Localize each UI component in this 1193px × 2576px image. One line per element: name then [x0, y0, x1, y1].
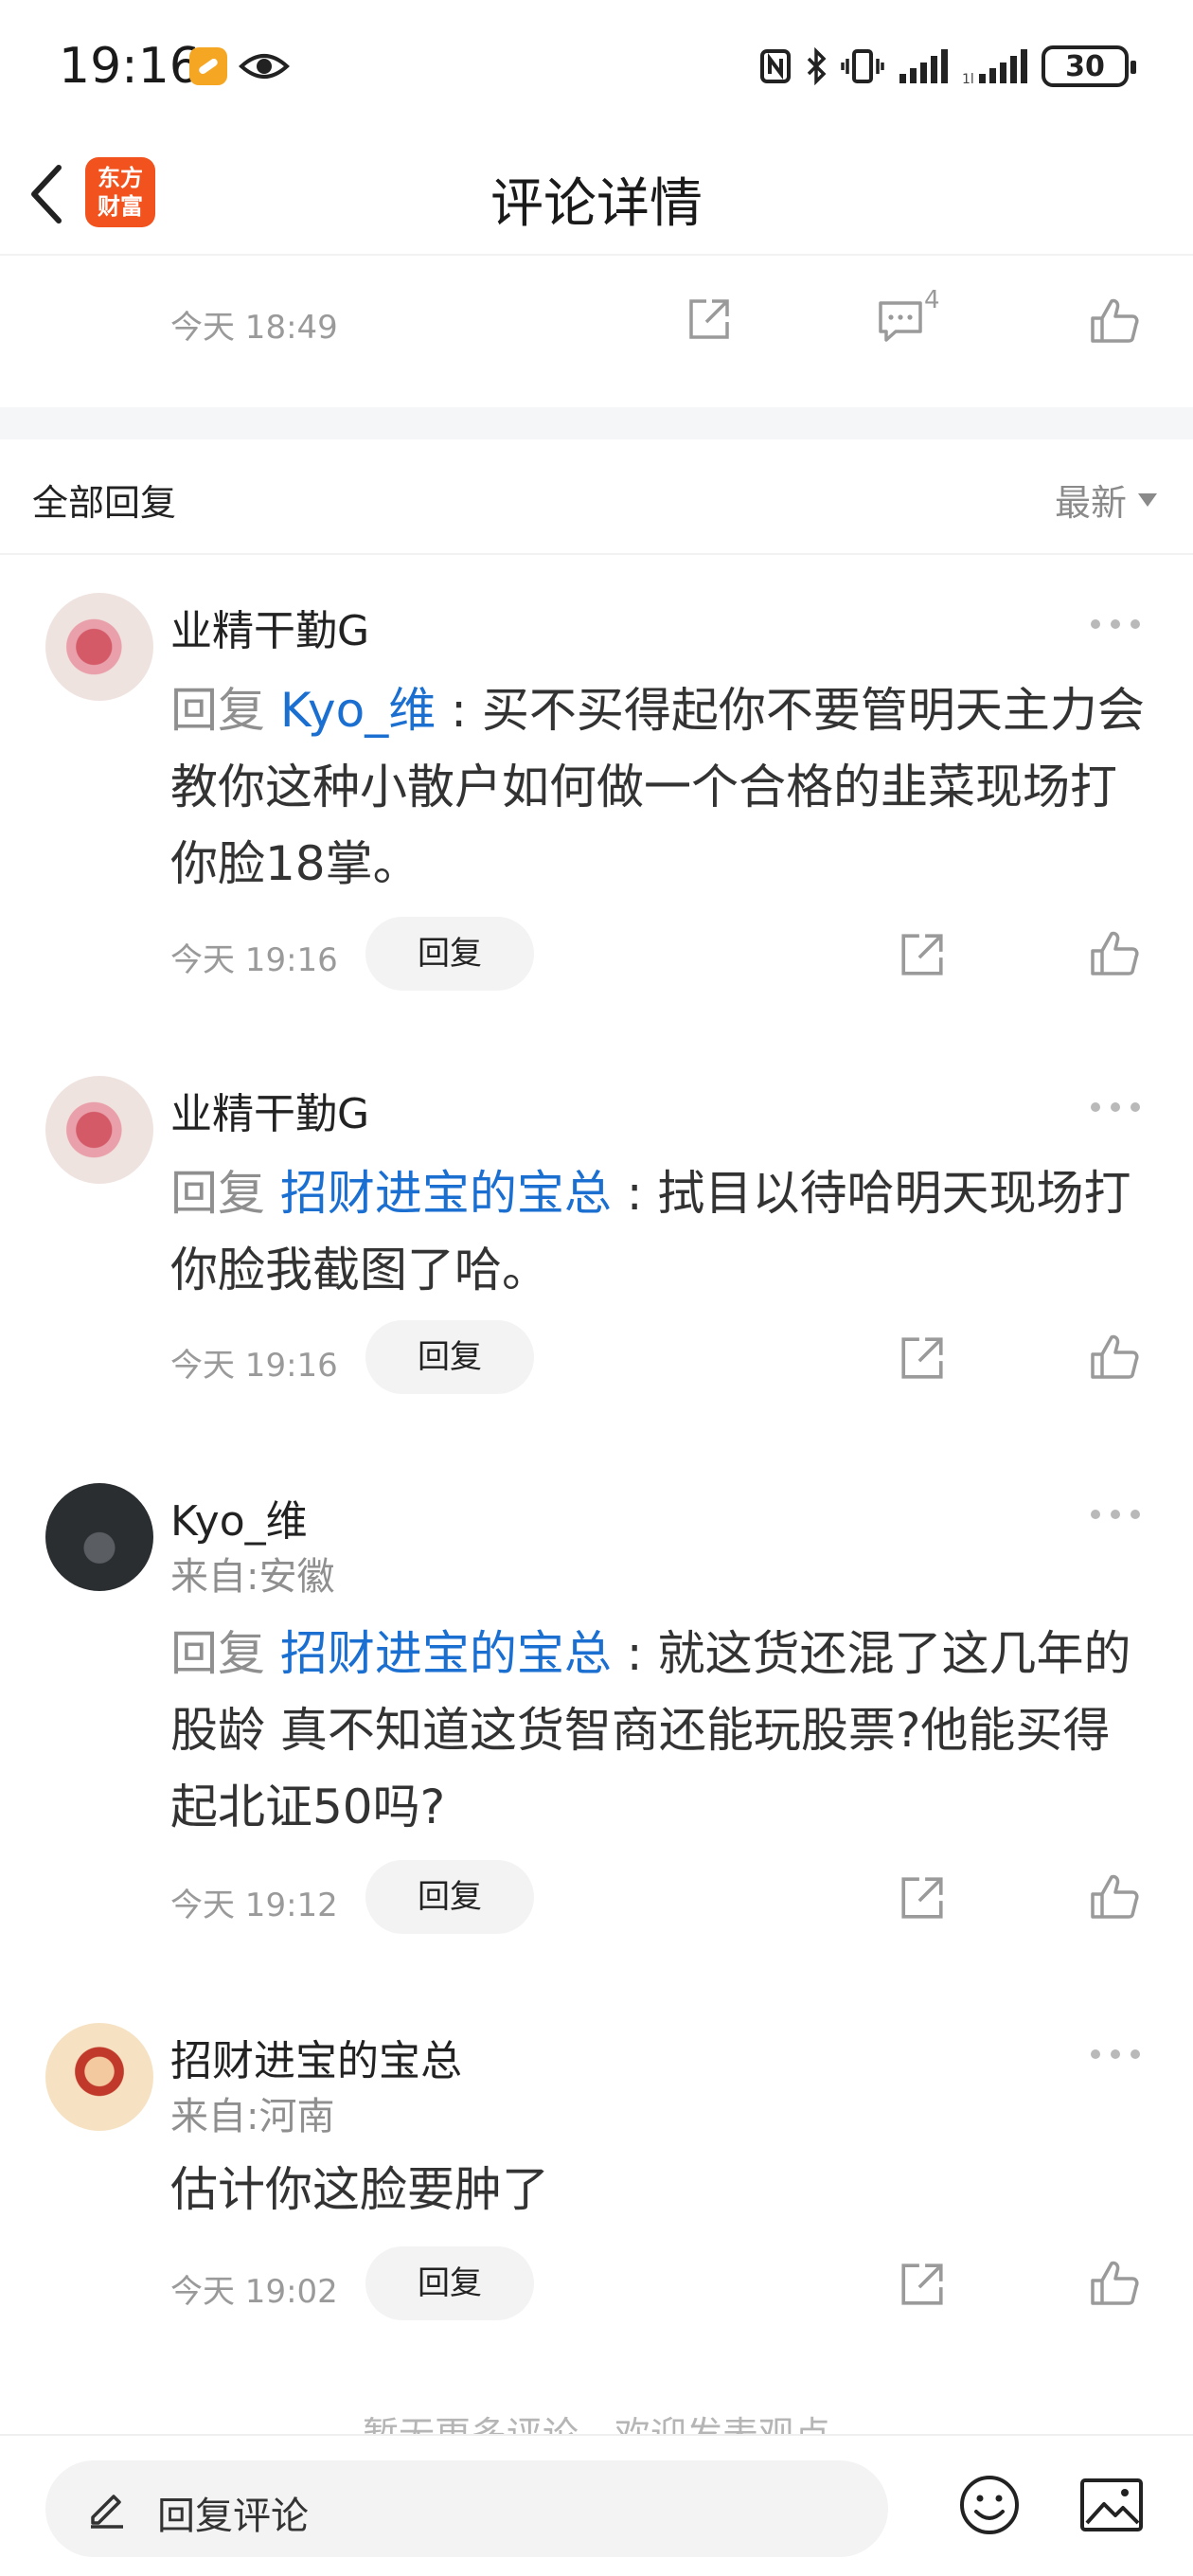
- emoji-icon[interactable]: [958, 2474, 1021, 2536]
- mention-link[interactable]: Kyo_维: [280, 683, 436, 738]
- like-icon[interactable]: [1089, 928, 1140, 979]
- reply-item: 业精干勤G 回复 招财进宝的宝总 : 拭目以待哈明天现场打你脸我截图了哈。 今天…: [0, 1038, 1193, 1436]
- reply-button[interactable]: 回复: [365, 917, 534, 991]
- sort-dropdown[interactable]: 最新: [1055, 474, 1157, 526]
- chevron-down-icon: [1138, 492, 1157, 507]
- image-icon[interactable]: [1079, 2478, 1144, 2532]
- reply-text: 回复 招财进宝的宝总 : 就这货还混了这几年的股龄 真不知道这货智商还能玩股票?…: [170, 1616, 1146, 1846]
- reply-button[interactable]: 回复: [365, 1320, 534, 1394]
- page-title: 评论详情: [490, 173, 703, 235]
- pencil-icon: [91, 2495, 123, 2529]
- bluetooth-icon: [807, 47, 827, 85]
- more-icon[interactable]: [1091, 1102, 1140, 1114]
- like-icon[interactable]: [1089, 1332, 1140, 1383]
- user-location: 来自:安徽: [170, 1555, 335, 1599]
- svg-text:1l: 1l: [962, 72, 974, 85]
- more-icon[interactable]: [1091, 1510, 1140, 1521]
- avatar[interactable]: [45, 1483, 153, 1591]
- share-icon[interactable]: [898, 1333, 947, 1383]
- app-notification-icon: [189, 47, 227, 85]
- nfc-icon: [760, 49, 791, 83]
- more-icon[interactable]: [1091, 619, 1140, 631]
- eye-icon: [239, 54, 290, 79]
- reply-time: 今天 19:12: [170, 1887, 338, 1924]
- status-time: 19:16: [59, 38, 201, 95]
- share-icon[interactable]: [898, 930, 947, 979]
- like-icon[interactable]: [1089, 1871, 1140, 1923]
- vibrate-icon: [841, 49, 884, 83]
- status-icons: 1l 30: [759, 44, 1136, 89]
- top-comment-time: 今天 18:49: [170, 309, 338, 347]
- replies-header: 全部回复 最新: [0, 439, 1193, 555]
- reply-item: 业精干勤G 回复 Kyo_维 : 买不买得起你不要管明天主力会教你这种小散户如何…: [0, 555, 1193, 1029]
- reply-input-placeholder: 回复评论: [157, 2495, 309, 2538]
- reply-item: 招财进宝的宝总 来自:河南 估计你这脸要肿了 今天 19:02 回复: [0, 1985, 1193, 2364]
- user-name[interactable]: 招财进宝的宝总: [170, 2027, 462, 2087]
- avatar[interactable]: [45, 1076, 153, 1184]
- replies-title: 全部回复: [32, 482, 177, 524]
- reply-input[interactable]: 回复评论: [45, 2460, 888, 2557]
- more-icon[interactable]: [1091, 2049, 1140, 2061]
- user-name[interactable]: Kyo_维: [170, 1487, 308, 1547]
- comment-count: 4: [924, 286, 940, 314]
- mention-link[interactable]: 招财进宝的宝总: [280, 1626, 612, 1681]
- reply-time: 今天 19:16: [170, 1347, 338, 1385]
- like-icon[interactable]: [1089, 295, 1140, 347]
- share-icon[interactable]: [686, 295, 733, 343]
- reply-text: 回复 招财进宝的宝总 : 拭目以待哈明天现场打你脸我截图了哈。: [170, 1155, 1146, 1309]
- user-name[interactable]: 业精干勤G: [170, 597, 369, 657]
- comment-icon[interactable]: [877, 297, 924, 345]
- battery-level: 30: [1065, 49, 1105, 83]
- reply-body: 估计你这脸要肿了: [170, 2162, 549, 2217]
- like-icon[interactable]: [1089, 2258, 1140, 2309]
- avatar[interactable]: [45, 2023, 153, 2131]
- reply-time: 今天 19:02: [170, 2273, 338, 2311]
- reply-button[interactable]: 回复: [365, 1860, 534, 1934]
- share-icon[interactable]: [898, 2260, 947, 2309]
- reply-prefix: 回复: [170, 1166, 280, 1221]
- signal-icon-2: 1l: [962, 49, 1027, 85]
- reply-prefix: 回复: [170, 1626, 280, 1681]
- reply-text: 回复 Kyo_维 : 买不买得起你不要管明天主力会教你这种小散户如何做一个合格的…: [170, 672, 1146, 903]
- reply-text: 估计你这脸要肿了: [170, 2152, 1146, 2228]
- user-name[interactable]: 业精干勤G: [170, 1080, 369, 1140]
- signal-icon: [899, 49, 948, 83]
- sort-label: 最新: [1054, 482, 1127, 524]
- user-location: 来自:河南: [170, 2095, 335, 2138]
- reply-prefix: 回复: [170, 683, 280, 738]
- status-bar: 19:16 1l 30: [0, 0, 1193, 133]
- mention-link[interactable]: 招财进宝的宝总: [280, 1166, 612, 1221]
- battery-icon: 30: [1042, 45, 1136, 87]
- header: 东方 财富 评论详情: [0, 133, 1193, 256]
- section-divider: [0, 407, 1193, 439]
- share-icon[interactable]: [898, 1873, 947, 1923]
- top-comment-meta: 今天 18:49 4: [0, 258, 1193, 407]
- reply-item: Kyo_维 来自:安徽 回复 招财进宝的宝总 : 就这货还混了这几年的股龄 真不…: [0, 1445, 1193, 1966]
- avatar[interactable]: [45, 593, 153, 701]
- reply-time: 今天 19:16: [170, 941, 338, 979]
- bottom-bar: 回复评论: [0, 2434, 1193, 2576]
- reply-button[interactable]: 回复: [365, 2246, 534, 2320]
